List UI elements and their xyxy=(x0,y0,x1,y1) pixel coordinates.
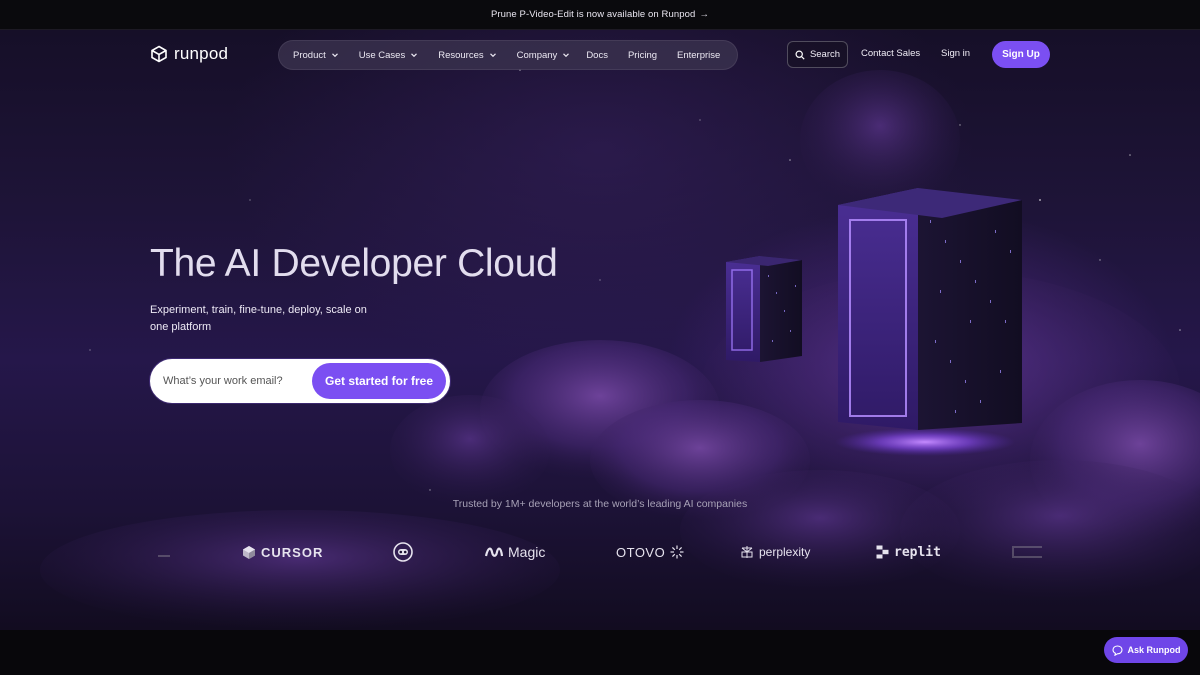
runpod-logo[interactable]: runpod xyxy=(150,43,228,65)
customer-logos-row: CURSOR Magic OTOVO perplexity replit xyxy=(150,538,1050,566)
logo-otovo-name: OTOVO xyxy=(616,544,666,560)
logo-perplexity: perplexity xyxy=(740,538,810,566)
nav-item-product[interactable]: Product xyxy=(293,40,339,70)
sign-in-link[interactable]: Sign in xyxy=(941,48,970,59)
search-icon xyxy=(795,49,805,60)
logo-cursor-name: CURSOR xyxy=(261,544,324,560)
announcement-bar[interactable]: Prune P-Video-Edit is now available on R… xyxy=(0,0,1200,30)
logo-perplexity-name: perplexity xyxy=(759,545,811,559)
nav-item-label: Enterprise xyxy=(677,49,721,61)
astronaut-logo-icon xyxy=(393,542,413,562)
sunburst-icon xyxy=(670,545,684,559)
chat-bubble-icon xyxy=(1111,644,1123,656)
chevron-down-icon xyxy=(563,53,570,58)
logo-magic-name: Magic xyxy=(508,544,546,560)
nav-item-label: Resources xyxy=(438,49,484,61)
perplexity-icon xyxy=(741,546,753,558)
chevron-down-icon xyxy=(489,53,496,58)
ask-runpod-label: Ask Runpod xyxy=(1127,645,1181,655)
logo-cursor: CURSOR xyxy=(242,538,323,566)
nav-item-label: Use Cases xyxy=(358,49,406,61)
large-server-illustration xyxy=(835,188,1022,456)
ask-runpod-button[interactable]: Ask Runpod xyxy=(1104,637,1188,663)
announcement-text[interactable]: Prune P-Video-Edit is now available on R… xyxy=(491,9,695,20)
logo-replit: replit xyxy=(876,538,941,566)
nav-item-pricing[interactable]: Pricing xyxy=(628,40,657,70)
logo-text: runpod xyxy=(174,44,229,63)
main-nav: Product Use Cases Resources Company Docs… xyxy=(278,40,738,70)
nav-item-use-cases[interactable]: Use Cases xyxy=(359,40,418,70)
signup-email-form: Get started for free xyxy=(150,359,450,403)
nav-item-company[interactable]: Company xyxy=(517,40,571,70)
nav-item-docs[interactable]: Docs xyxy=(586,40,608,70)
nav-item-label: Product xyxy=(293,49,326,61)
page-footer-strip xyxy=(0,630,1200,675)
hero-title: The AI Developer Cloud xyxy=(150,242,558,285)
work-email-input[interactable] xyxy=(152,363,302,399)
hero-subtitle: Experiment, train, fine-tune, deploy, sc… xyxy=(150,304,367,333)
nav-item-resources[interactable]: Resources xyxy=(438,40,496,70)
search-button[interactable]: Search xyxy=(787,41,848,68)
trusted-by-text: Trusted by 1M+ developers at the world’s… xyxy=(452,498,748,510)
logo-otovo: OTOVO xyxy=(616,538,684,566)
cursor-cube-icon xyxy=(243,545,255,559)
search-label: Search xyxy=(809,49,841,60)
magic-wave-icon xyxy=(485,547,503,557)
logo-astronaut xyxy=(393,538,413,566)
logo-replit-name: replit xyxy=(894,544,941,560)
chevron-down-icon xyxy=(331,53,338,58)
sign-up-button[interactable]: Sign Up xyxy=(992,41,1050,68)
small-server-illustration xyxy=(726,256,802,362)
nav-item-label: Docs xyxy=(586,49,608,61)
logo-magic: Magic xyxy=(485,538,545,566)
chevron-down-icon xyxy=(411,53,418,58)
nav-item-enterprise[interactable]: Enterprise xyxy=(677,40,720,70)
partial-logo-left xyxy=(158,538,170,566)
nav-item-label: Pricing xyxy=(627,49,658,61)
get-started-button[interactable]: Get started for free xyxy=(312,363,446,399)
contact-sales-link[interactable]: Contact Sales xyxy=(861,48,920,59)
partial-logo-right xyxy=(1012,538,1042,566)
arrow-right-icon: → xyxy=(699,9,710,20)
nav-item-label: Company xyxy=(516,49,558,61)
runpod-cube-icon xyxy=(151,45,167,63)
replit-icon xyxy=(876,545,889,559)
